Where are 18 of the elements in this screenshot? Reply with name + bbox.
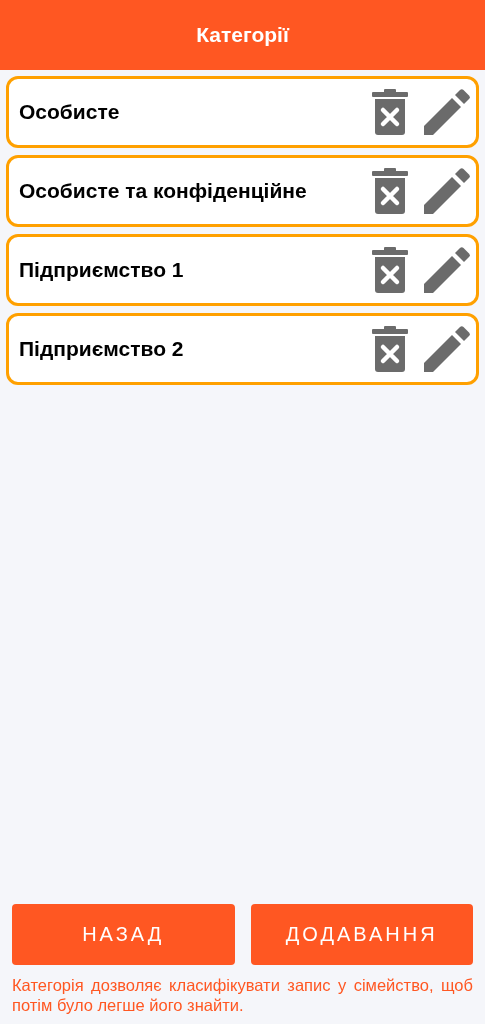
edit-icon[interactable] [424, 326, 470, 372]
delete-icon[interactable] [372, 89, 408, 135]
delete-icon[interactable] [372, 247, 408, 293]
edit-icon[interactable] [424, 247, 470, 293]
category-name: Підприємство 2 [19, 336, 185, 363]
delete-icon[interactable] [372, 168, 408, 214]
category-row[interactable]: Особисте [6, 76, 479, 148]
edit-icon[interactable] [424, 168, 470, 214]
category-name: Особисте [19, 99, 121, 126]
category-row[interactable]: Підприємство 1 [6, 234, 479, 306]
category-name: Підприємство 1 [19, 257, 185, 284]
category-name: Особисте та конфіденційне [19, 178, 308, 205]
edit-icon[interactable] [424, 89, 470, 135]
category-row[interactable]: Особисте та конфіденційне [6, 155, 479, 227]
screen-title: Категорії [196, 22, 289, 49]
delete-icon[interactable] [372, 326, 408, 372]
hint-text: Категорія дозволяє класифікувати запис у сімейство, щоб потім було легше його знайти. [12, 974, 473, 1016]
category-row[interactable]: Підприємство 2 [6, 313, 479, 385]
